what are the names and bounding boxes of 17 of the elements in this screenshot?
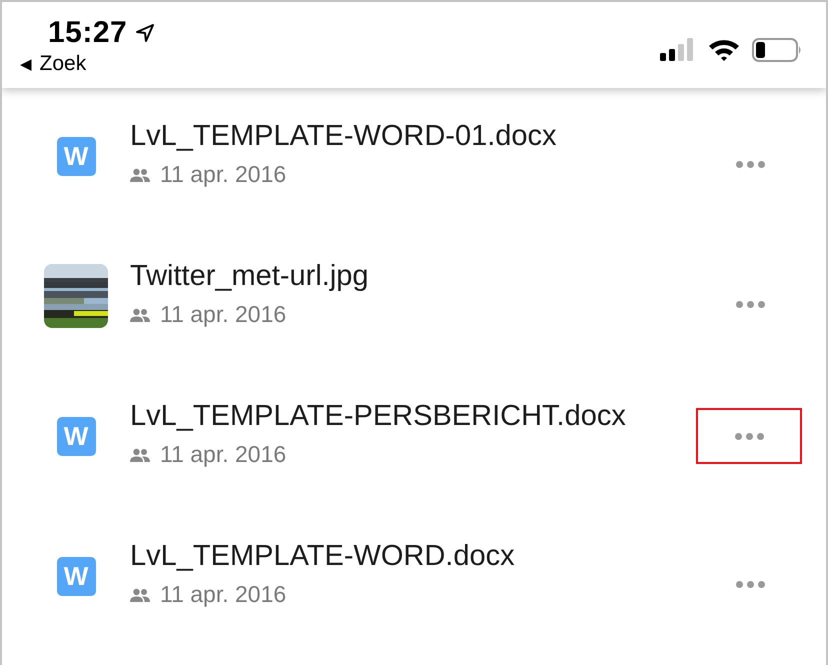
- file-date: 11 apr. 2016: [160, 441, 286, 468]
- battery-icon: [752, 38, 802, 62]
- file-date: 11 apr. 2016: [160, 161, 286, 188]
- file-name[interactable]: LvL_TEMPLATE-WORD.docx: [130, 540, 720, 573]
- back-link[interactable]: ◀ Zoek: [20, 52, 156, 76]
- file-name[interactable]: Twitter_met-url.jpg: [130, 260, 720, 293]
- signal-icon: [660, 38, 696, 62]
- word-document-icon: W: [56, 416, 96, 456]
- file-name[interactable]: LvL_TEMPLATE-PERSBERICHT.docx: [130, 400, 696, 433]
- word-document-icon: W: [56, 136, 96, 176]
- file-date: 11 apr. 2016: [160, 581, 286, 608]
- file-name[interactable]: LvL_TEMPLATE-WORD-01.docx: [130, 120, 720, 153]
- wifi-icon: [708, 38, 740, 62]
- word-document-icon: W: [56, 556, 96, 596]
- file-date: 11 apr. 2016: [160, 301, 286, 328]
- more-button[interactable]: [696, 408, 802, 464]
- clock-time: 15:27: [48, 16, 128, 50]
